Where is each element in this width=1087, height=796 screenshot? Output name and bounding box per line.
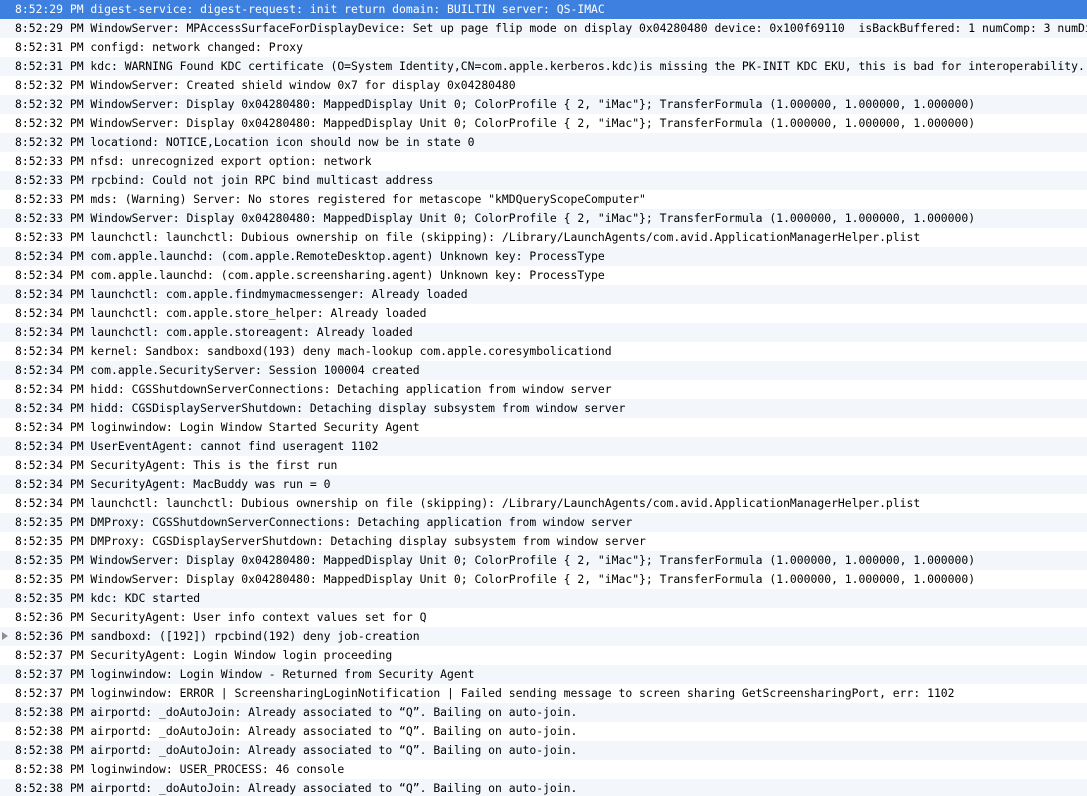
log-row[interactable]: 8:52:31 PM kdc: WARNING Found KDC certif… <box>0 57 1087 76</box>
log-row[interactable]: 8:52:32 PM locationd: NOTICE,Location ic… <box>0 133 1087 152</box>
log-message: 8:52:33 PM rpcbind: Could not join RPC b… <box>15 173 434 187</box>
log-message: 8:52:34 PM com.apple.launchd: (com.apple… <box>15 268 605 282</box>
log-message: 8:52:38 PM airportd: _doAutoJoin: Alread… <box>15 781 578 795</box>
log-row[interactable]: 8:52:38 PM airportd: _doAutoJoin: Alread… <box>0 722 1087 741</box>
log-message: 8:52:35 PM WindowServer: Display 0x04280… <box>15 553 976 567</box>
log-row[interactable]: 8:52:32 PM WindowServer: Created shield … <box>0 76 1087 95</box>
log-message: 8:52:34 PM launchctl: com.apple.storeage… <box>15 325 413 339</box>
log-row[interactable]: 8:52:34 PM launchctl: com.apple.storeage… <box>0 323 1087 342</box>
log-message: 8:52:31 PM configd: network changed: Pro… <box>15 40 304 54</box>
log-message: 8:52:38 PM loginwindow: USER_PROCESS: 46… <box>15 762 345 776</box>
log-message: 8:52:31 PM kdc: WARNING Found KDC certif… <box>15 59 1085 73</box>
log-message: 8:52:34 PM SecurityAgent: MacBuddy was r… <box>15 477 331 491</box>
log-message: 8:52:32 PM WindowServer: Created shield … <box>15 78 516 92</box>
log-row[interactable]: 8:52:32 PM WindowServer: Display 0x04280… <box>0 114 1087 133</box>
log-row[interactable]: 8:52:34 PM hidd: CGSDisplayServerShutdow… <box>0 399 1087 418</box>
log-message: 8:52:32 PM WindowServer: Display 0x04280… <box>15 116 976 130</box>
log-message: 8:52:34 PM kernel: Sandbox: sandboxd(193… <box>15 344 612 358</box>
log-row[interactable]: 8:52:37 PM loginwindow: ERROR | Screensh… <box>0 684 1087 703</box>
log-row[interactable]: 8:52:35 PM WindowServer: Display 0x04280… <box>0 551 1087 570</box>
log-message: 8:52:33 PM mds: (Warning) Server: No sto… <box>15 192 646 206</box>
log-row[interactable]: 8:52:29 PM WindowServer: MPAccessSurface… <box>0 19 1087 38</box>
log-message: 8:52:32 PM locationd: NOTICE,Location ic… <box>15 135 475 149</box>
log-row[interactable]: 8:52:34 PM SecurityAgent: This is the fi… <box>0 456 1087 475</box>
log-row[interactable]: 8:52:34 PM UserEventAgent: cannot find u… <box>0 437 1087 456</box>
log-message: 8:52:36 PM SecurityAgent: User info cont… <box>15 610 427 624</box>
log-message: 8:52:34 PM launchctl: launchctl: Dubious… <box>15 496 921 510</box>
log-message: 8:52:35 PM kdc: KDC started <box>15 591 201 605</box>
log-message: 8:52:37 PM loginwindow: ERROR | Screensh… <box>15 686 955 700</box>
log-row[interactable]: 8:52:38 PM airportd: _doAutoJoin: Alread… <box>0 703 1087 722</box>
log-row[interactable]: 8:52:38 PM loginwindow: USER_PROCESS: 46… <box>0 760 1087 779</box>
log-row[interactable]: 8:52:34 PM com.apple.launchd: (com.apple… <box>0 266 1087 285</box>
log-row[interactable]: 8:52:34 PM com.apple.launchd: (com.apple… <box>0 247 1087 266</box>
log-row[interactable]: 8:52:33 PM nfsd: unrecognized export opt… <box>0 152 1087 171</box>
log-row[interactable]: 8:52:34 PM launchctl: com.apple.findmyma… <box>0 285 1087 304</box>
log-row[interactable]: 8:52:35 PM DMProxy: CGSShutdownServerCon… <box>0 513 1087 532</box>
log-message: 8:52:38 PM airportd: _doAutoJoin: Alread… <box>15 705 578 719</box>
log-row[interactable]: 8:52:33 PM launchctl: launchctl: Dubious… <box>0 228 1087 247</box>
log-row[interactable]: 8:52:38 PM airportd: _doAutoJoin: Alread… <box>0 779 1087 796</box>
log-message: 8:52:34 PM SecurityAgent: This is the fi… <box>15 458 338 472</box>
log-row[interactable]: 8:52:32 PM WindowServer: Display 0x04280… <box>0 95 1087 114</box>
log-message: 8:52:37 PM SecurityAgent: Login Window l… <box>15 648 393 662</box>
log-row[interactable]: 8:52:38 PM airportd: _doAutoJoin: Alread… <box>0 741 1087 760</box>
log-row[interactable]: 8:52:36 PM SecurityAgent: User info cont… <box>0 608 1087 627</box>
log-row[interactable]: 8:52:33 PM rpcbind: Could not join RPC b… <box>0 171 1087 190</box>
log-row[interactable]: 8:52:35 PM WindowServer: Display 0x04280… <box>0 570 1087 589</box>
log-message: 8:52:34 PM loginwindow: Login Window Sta… <box>15 420 420 434</box>
log-message: 8:52:32 PM WindowServer: Display 0x04280… <box>15 97 976 111</box>
log-row[interactable]: 8:52:37 PM loginwindow: Login Window - R… <box>0 665 1087 684</box>
log-row[interactable]: 8:52:33 PM WindowServer: Display 0x04280… <box>0 209 1087 228</box>
log-message: 8:52:38 PM airportd: _doAutoJoin: Alread… <box>15 724 578 738</box>
log-message: 8:52:35 PM DMProxy: CGSShutdownServerCon… <box>15 515 633 529</box>
log-message: 8:52:35 PM DMProxy: CGSDisplayServerShut… <box>15 534 646 548</box>
log-message: 8:52:34 PM UserEventAgent: cannot find u… <box>15 439 379 453</box>
log-row[interactable]: 8:52:31 PM configd: network changed: Pro… <box>0 38 1087 57</box>
log-row[interactable]: 8:52:34 PM loginwindow: Login Window Sta… <box>0 418 1087 437</box>
console-log-list[interactable]: 8:52:29 PM digest-service: digest-reques… <box>0 0 1087 796</box>
log-message: 8:52:34 PM com.apple.launchd: (com.apple… <box>15 249 605 263</box>
log-row[interactable]: 8:52:33 PM mds: (Warning) Server: No sto… <box>0 190 1087 209</box>
log-message: 8:52:33 PM nfsd: unrecognized export opt… <box>15 154 372 168</box>
log-row[interactable]: 8:52:34 PM launchctl: com.apple.store_he… <box>0 304 1087 323</box>
log-row-selected[interactable]: 8:52:29 PM digest-service: digest-reques… <box>0 0 1087 19</box>
log-row[interactable]: 8:52:34 PM hidd: CGSShutdownServerConnec… <box>0 380 1087 399</box>
log-row[interactable]: 8:52:35 PM DMProxy: CGSDisplayServerShut… <box>0 532 1087 551</box>
log-message: 8:52:29 PM WindowServer: MPAccessSurface… <box>15 21 1087 35</box>
log-message: 8:52:33 PM WindowServer: Display 0x04280… <box>15 211 976 225</box>
log-message: 8:52:33 PM launchctl: launchctl: Dubious… <box>15 230 921 244</box>
log-row[interactable]: 8:52:35 PM kdc: KDC started <box>0 589 1087 608</box>
log-message: 8:52:34 PM com.apple.SecurityServer: Ses… <box>15 363 420 377</box>
log-message: 8:52:34 PM hidd: CGSShutdownServerConnec… <box>15 382 612 396</box>
log-row[interactable]: 8:52:37 PM SecurityAgent: Login Window l… <box>0 646 1087 665</box>
log-message: 8:52:34 PM hidd: CGSDisplayServerShutdow… <box>15 401 626 415</box>
disclosure-triangle-icon[interactable] <box>2 632 8 640</box>
log-row[interactable]: 8:52:36 PM sandboxd: ([192]) rpcbind(192… <box>0 627 1087 646</box>
log-row[interactable]: 8:52:34 PM kernel: Sandbox: sandboxd(193… <box>0 342 1087 361</box>
log-message: 8:52:37 PM loginwindow: Login Window - R… <box>15 667 475 681</box>
log-message: 8:52:36 PM sandboxd: ([192]) rpcbind(192… <box>15 629 420 643</box>
log-row[interactable]: 8:52:34 PM com.apple.SecurityServer: Ses… <box>0 361 1087 380</box>
log-message: 8:52:34 PM launchctl: com.apple.store_he… <box>15 306 427 320</box>
log-row[interactable]: 8:52:34 PM SecurityAgent: MacBuddy was r… <box>0 475 1087 494</box>
log-message: 8:52:29 PM digest-service: digest-reques… <box>15 2 605 16</box>
log-message: 8:52:34 PM launchctl: com.apple.findmyma… <box>15 287 468 301</box>
log-message: 8:52:35 PM WindowServer: Display 0x04280… <box>15 572 976 586</box>
log-message: 8:52:38 PM airportd: _doAutoJoin: Alread… <box>15 743 578 757</box>
log-row[interactable]: 8:52:34 PM launchctl: launchctl: Dubious… <box>0 494 1087 513</box>
